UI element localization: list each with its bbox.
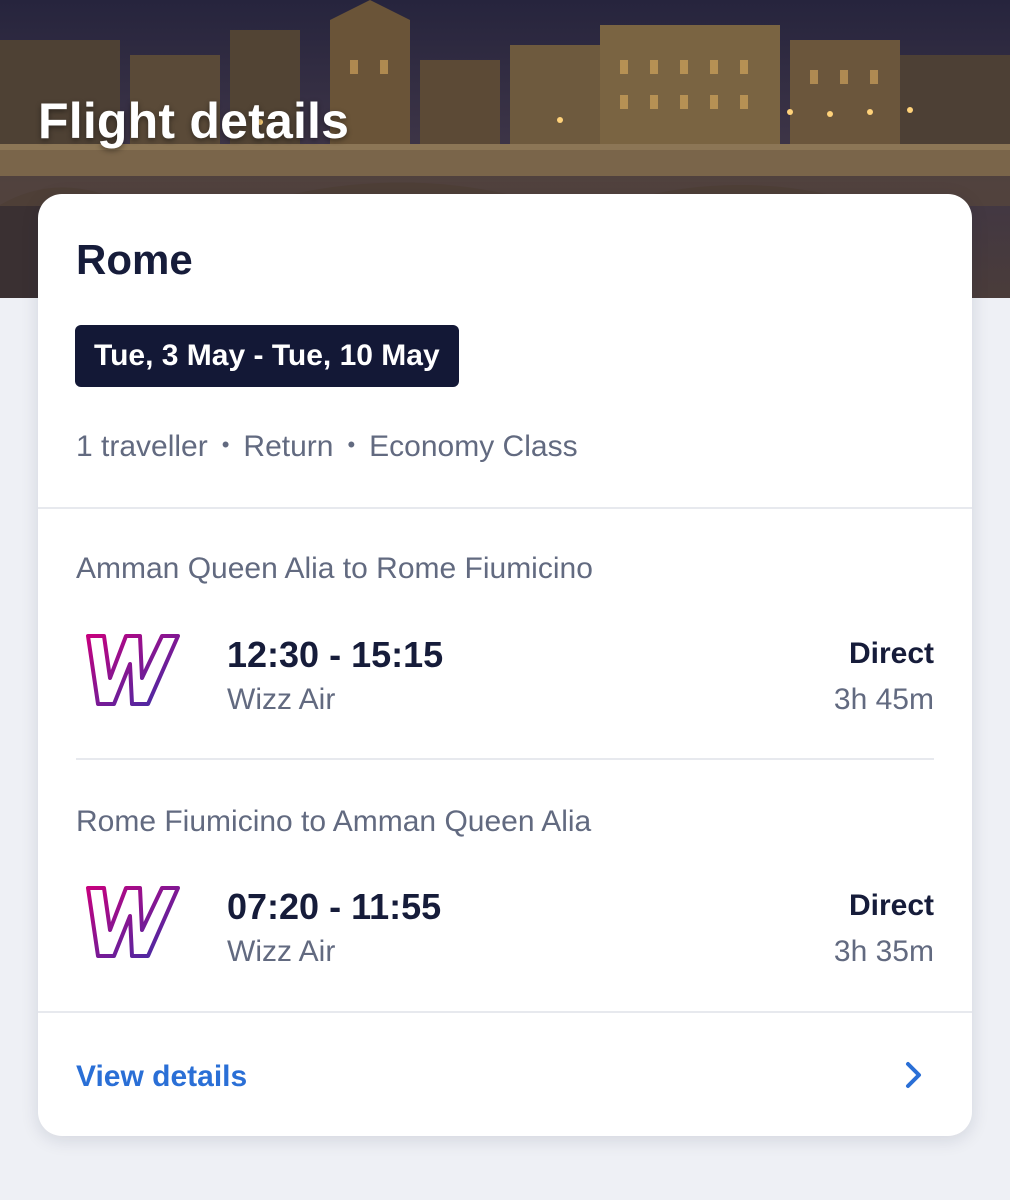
leg-airline: Wizz Air — [227, 935, 336, 968]
chevron-right-icon[interactable] — [902, 1060, 926, 1090]
separator-dot: • — [221, 432, 230, 457]
traveller-count: 1 traveller — [76, 430, 208, 463]
leg-duration: 3h 35m — [833, 935, 934, 968]
leg-stops: Direct — [848, 889, 934, 922]
leg-stops: Direct — [848, 637, 934, 670]
leg-times: 07:20 - 11:55 — [227, 886, 442, 927]
leg-route: Rome Fiumicino to Amman Queen Alia — [76, 805, 592, 838]
destination-title: Rome — [76, 236, 193, 283]
cabin-class: Economy Class — [369, 430, 578, 463]
page-title: Flight details — [38, 93, 350, 149]
wizz-air-logo-icon — [86, 634, 180, 706]
trip-type: Return — [243, 430, 334, 463]
leg-airline: Wizz Air — [227, 683, 336, 716]
divider — [38, 507, 972, 509]
trip-dates-badge: Tue, 3 May - Tue, 10 May — [75, 325, 459, 387]
flight-summary-card: Rome Tue, 3 May - Tue, 10 May 1 travelle… — [38, 194, 972, 1136]
wizz-air-logo-icon — [86, 886, 180, 958]
divider — [38, 1011, 972, 1013]
divider — [76, 758, 934, 760]
leg-times: 12:30 - 15:15 — [227, 634, 444, 675]
separator-dot: • — [347, 432, 356, 457]
leg-route: Amman Queen Alia to Rome Fiumicino — [76, 552, 593, 585]
trip-meta: 1 traveller • Return • Economy Class — [76, 430, 578, 464]
leg-duration: 3h 45m — [833, 683, 934, 716]
view-details-link[interactable]: View details — [76, 1060, 247, 1094]
